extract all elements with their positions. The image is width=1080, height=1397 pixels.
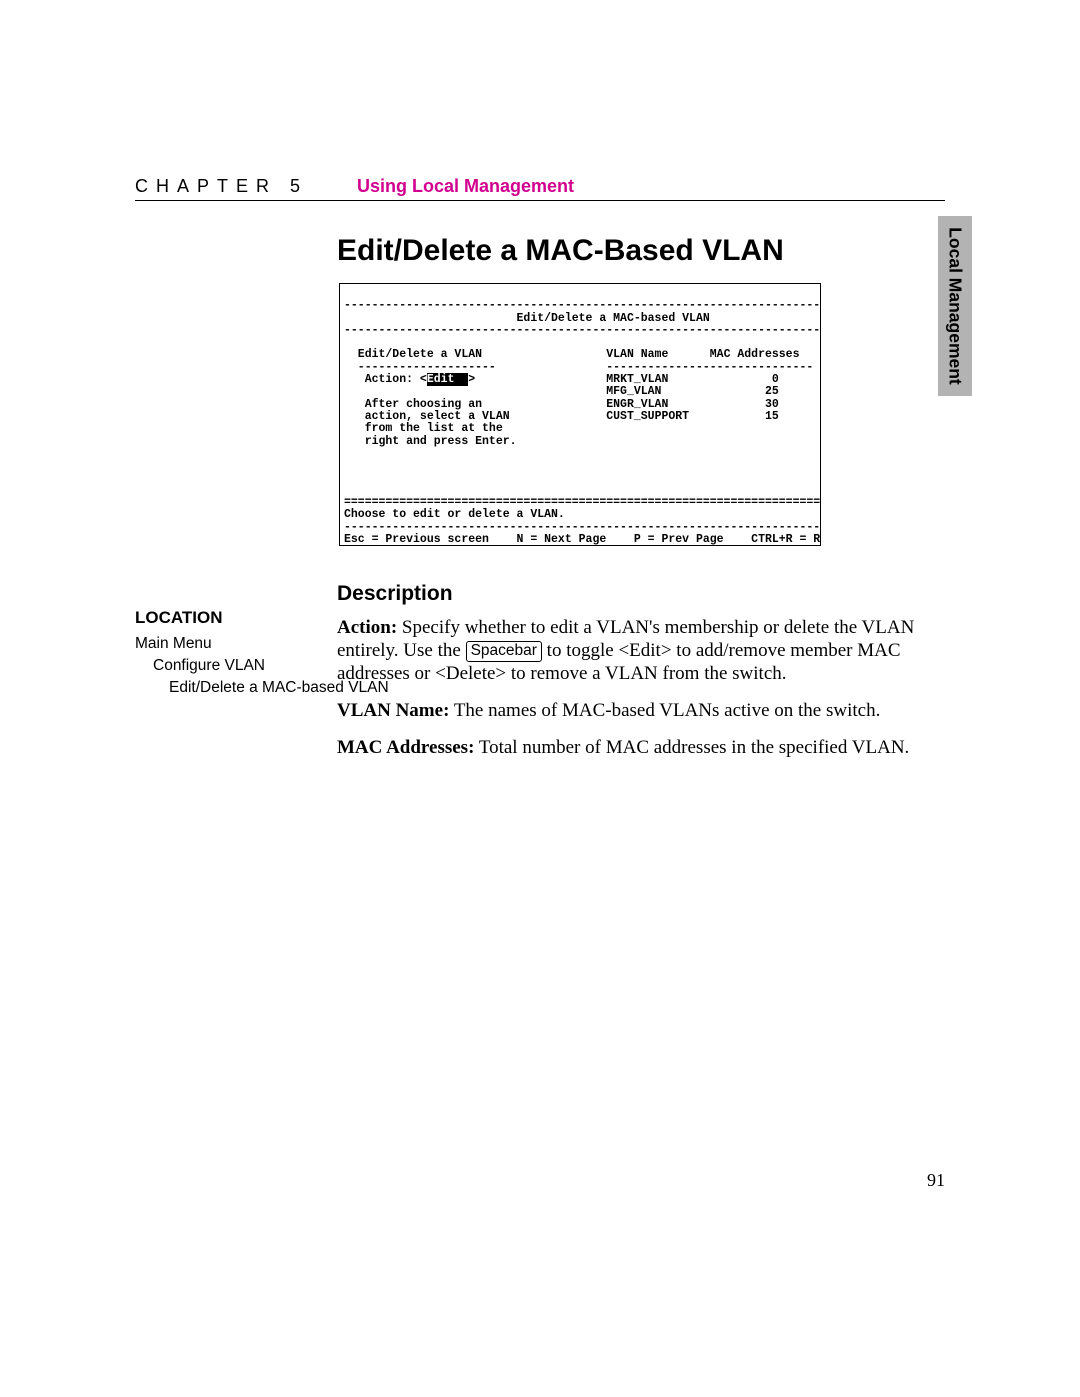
term-left-header: Edit/Delete a VLAN [344, 348, 482, 361]
term-instr: from the list at the [344, 422, 503, 435]
term-instr: After choosing an [344, 398, 482, 411]
term-cols-dash: ------------------------------ [496, 361, 813, 374]
term-line: ----------------------------------------… [344, 324, 821, 337]
description-body: Action: Specify whether to edit a VLAN's… [337, 616, 939, 773]
chapter-title: Using Local Management [357, 176, 574, 197]
side-tab: Local Management [938, 216, 972, 396]
term-row: MFG_VLAN 25 [344, 385, 779, 398]
side-tab-label: Local Management [945, 227, 966, 385]
desc-mac-label: MAC Addresses: [337, 737, 474, 758]
desc-action-label: Action: [337, 617, 397, 638]
term-cols-head: VLAN Name MAC Addresses [482, 348, 799, 361]
term-instr: action, select a VLAN [344, 410, 510, 423]
page-title: Edit/Delete a MAC-Based VLAN [337, 234, 784, 268]
term-line: ========================================… [344, 545, 821, 546]
term-action-value: Edit [427, 373, 468, 386]
desc-mac-para: MAC Addresses: Total number of MAC addre… [337, 736, 939, 759]
term-title: Edit/Delete a MAC-based VLAN [344, 312, 710, 325]
term-prompt: Choose to edit or delete a VLAN. [344, 508, 565, 521]
term-row: MRKT_VLAN 0 [475, 373, 779, 386]
desc-vlanname-label: VLAN Name: [337, 700, 449, 721]
term-row: CUST_SUPPORT 15 [510, 410, 779, 423]
page-header: CHAPTER 5 Using Local Management [135, 176, 945, 201]
desc-vlanname-para: VLAN Name: The names of MAC-based VLANs … [337, 699, 939, 722]
desc-vlanname-text: The names of MAC-based VLANs active on t… [449, 700, 880, 721]
page-number: 91 [927, 1170, 945, 1191]
page: CHAPTER 5 Using Local Management Local M… [0, 0, 1080, 1397]
term-line: ========================================… [344, 496, 821, 509]
term-footer: Esc = Previous screen N = Next Page P = … [344, 533, 821, 546]
chapter-label: CHAPTER 5 [135, 176, 308, 197]
spacebar-keycap: Spacebar [466, 641, 542, 662]
term-row: ENGR_VLAN 30 [482, 398, 779, 411]
desc-mac-text: Total number of MAC addresses in the spe… [474, 737, 909, 758]
term-line: ----------------------------------------… [344, 521, 821, 534]
term-action-prefix: Action: < [344, 373, 427, 386]
term-left-dash: -------------------- [344, 361, 496, 374]
location-heading: LOCATION [135, 608, 223, 628]
term-instr: right and press Enter. [344, 435, 517, 448]
term-line: ----------------------------------------… [344, 299, 821, 312]
description-heading: Description [337, 582, 453, 606]
desc-action-para: Action: Specify whether to edit a VLAN's… [337, 616, 939, 685]
terminal-screenshot: ----------------------------------------… [339, 283, 821, 546]
